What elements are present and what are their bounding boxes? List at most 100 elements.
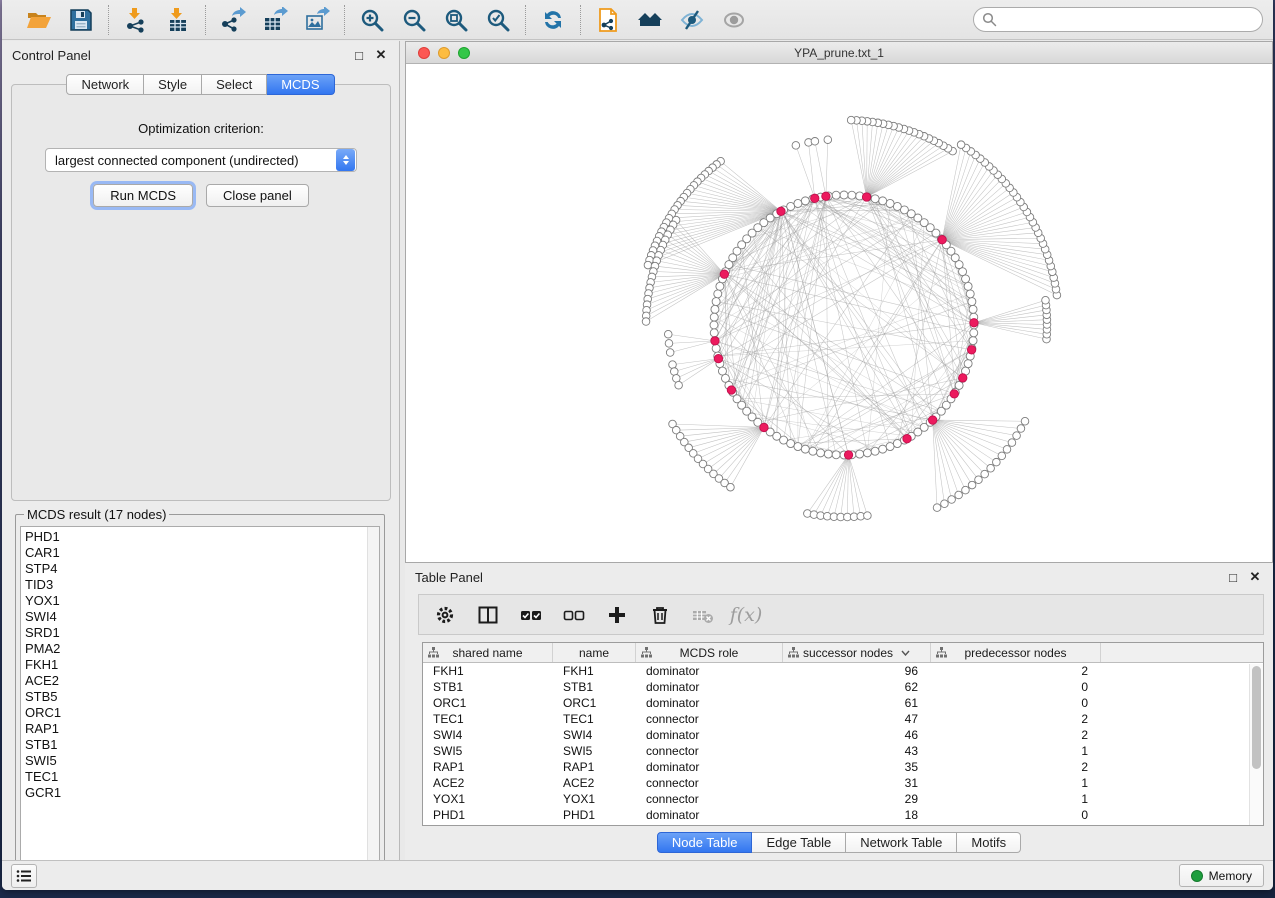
dominator-node[interactable] — [711, 337, 719, 345]
network-node[interactable] — [716, 282, 724, 290]
network-node[interactable] — [893, 202, 901, 210]
import-network-icon[interactable] — [123, 7, 149, 33]
cell-MCDS-role[interactable]: connector — [636, 775, 783, 791]
table-row[interactable]: ORC1ORC1dominator610 — [423, 695, 1263, 711]
network-graph-canvas[interactable] — [406, 64, 1272, 562]
cell-successor-nodes[interactable]: 62 — [783, 679, 931, 695]
dominator-node[interactable] — [714, 354, 722, 362]
cell-name[interactable]: RAP1 — [553, 759, 636, 775]
cell-predecessor-nodes[interactable]: 2 — [931, 663, 1101, 679]
cell-MCDS-role[interactable]: connector — [636, 791, 783, 807]
mcds-result-item[interactable]: TID3 — [25, 577, 379, 593]
export-table-icon[interactable] — [262, 7, 288, 33]
leaf-node[interactable] — [864, 512, 872, 520]
deselect-all-checkboxes-icon[interactable] — [562, 603, 586, 627]
network-node[interactable] — [787, 440, 795, 448]
cell-name[interactable]: ORC1 — [553, 695, 636, 711]
table-scrollbar[interactable] — [1249, 664, 1263, 825]
float-table-panel-icon[interactable]: □ — [1225, 569, 1241, 585]
cell-successor-nodes[interactable]: 47 — [783, 711, 931, 727]
table-row[interactable]: RAP1RAP1dominator352 — [423, 759, 1263, 775]
tab-motifs[interactable]: Motifs — [957, 832, 1021, 853]
network-node[interactable] — [711, 305, 719, 313]
leaf-node[interactable] — [975, 476, 983, 484]
dominator-node[interactable] — [928, 416, 936, 424]
dominator-node[interactable] — [727, 386, 735, 394]
export-image-icon[interactable] — [304, 7, 330, 33]
cell-successor-nodes[interactable]: 29 — [783, 791, 931, 807]
dominator-node[interactable] — [959, 374, 967, 382]
network-node[interactable] — [886, 443, 894, 451]
cell-MCDS-role[interactable]: dominator — [636, 727, 783, 743]
float-panel-icon[interactable]: □ — [351, 47, 367, 63]
column-header-predecessor-nodes[interactable]: predecessor nodes — [931, 643, 1101, 662]
leaf-node[interactable] — [981, 470, 989, 478]
network-node[interactable] — [801, 445, 809, 453]
network-node[interactable] — [863, 449, 871, 457]
cell-MCDS-role[interactable]: dominator — [636, 695, 783, 711]
column-header-MCDS-role[interactable]: MCDS role — [636, 643, 783, 662]
cell-successor-nodes[interactable]: 61 — [783, 695, 931, 711]
leaf-node[interactable] — [670, 368, 678, 376]
leaf-node[interactable] — [792, 142, 800, 150]
criterion-select[interactable]: largest connected component (undirected) — [45, 148, 357, 172]
column-header-shared-name[interactable]: shared name — [423, 643, 553, 662]
network-node[interactable] — [712, 344, 720, 352]
mcds-result-item[interactable]: PHD1 — [25, 529, 379, 545]
tab-node-table[interactable]: Node Table — [657, 832, 753, 853]
network-node[interactable] — [969, 305, 977, 313]
network-node[interactable] — [886, 199, 894, 207]
cell-shared-name[interactable]: YOX1 — [423, 791, 553, 807]
mcds-result-item[interactable]: FKH1 — [25, 657, 379, 673]
network-node[interactable] — [848, 191, 856, 199]
run-mcds-button[interactable]: Run MCDS — [93, 184, 193, 207]
leaf-node[interactable] — [957, 141, 965, 149]
network-from-document-icon[interactable] — [595, 7, 621, 33]
leaf-node[interactable] — [955, 491, 963, 499]
close-table-panel-icon[interactable]: ✕ — [1247, 569, 1263, 585]
leaf-node[interactable] — [644, 261, 652, 269]
network-node[interactable] — [968, 298, 976, 306]
network-node[interactable] — [879, 197, 887, 205]
leaf-node[interactable] — [1021, 417, 1029, 425]
delete-column-icon[interactable] — [648, 603, 672, 627]
open-file-icon[interactable] — [26, 7, 52, 33]
leaf-node[interactable] — [1008, 439, 1016, 447]
dominator-node[interactable] — [822, 192, 830, 200]
cell-shared-name[interactable]: ACE2 — [423, 775, 553, 791]
mcds-result-item[interactable]: STB1 — [25, 737, 379, 753]
table-settings-icon[interactable] — [433, 603, 457, 627]
cell-name[interactable]: FKH1 — [553, 663, 636, 679]
leaf-node[interactable] — [948, 496, 956, 504]
mcds-result-item[interactable]: STB5 — [25, 689, 379, 705]
network-node[interactable] — [801, 197, 809, 205]
mcds-result-item[interactable]: YOX1 — [25, 593, 379, 609]
network-node[interactable] — [794, 443, 802, 451]
mcds-result-item[interactable]: GCR1 — [25, 785, 379, 801]
cell-shared-name[interactable]: RAP1 — [423, 759, 553, 775]
cell-successor-nodes[interactable]: 43 — [783, 743, 931, 759]
cell-name[interactable]: SWI5 — [553, 743, 636, 759]
cell-name[interactable]: TEC1 — [553, 711, 636, 727]
leaf-node[interactable] — [993, 458, 1001, 466]
cell-predecessor-nodes[interactable]: 0 — [931, 695, 1101, 711]
column-layout-icon[interactable] — [476, 603, 500, 627]
cell-shared-name[interactable]: SWI4 — [423, 727, 553, 743]
select-all-checkboxes-icon[interactable] — [519, 603, 543, 627]
cell-successor-nodes[interactable]: 35 — [783, 759, 931, 775]
dominator-node[interactable] — [903, 435, 911, 443]
mcds-result-item[interactable]: TEC1 — [25, 769, 379, 785]
cell-predecessor-nodes[interactable]: 2 — [931, 727, 1101, 743]
zoom-in-icon[interactable] — [359, 7, 385, 33]
mcds-result-item[interactable]: CAR1 — [25, 545, 379, 561]
table-row[interactable]: FKH1FKH1dominator962 — [423, 663, 1263, 679]
leaf-node[interactable] — [941, 500, 949, 508]
cell-MCDS-role[interactable]: dominator — [636, 759, 783, 775]
leaf-node[interactable] — [669, 361, 677, 369]
zoom-fit-icon[interactable] — [443, 7, 469, 33]
dominator-node[interactable] — [970, 319, 978, 327]
network-node[interactable] — [710, 321, 718, 329]
network-node[interactable] — [832, 191, 840, 199]
network-node[interactable] — [710, 313, 718, 321]
show-graphic-details-icon[interactable] — [721, 7, 747, 33]
